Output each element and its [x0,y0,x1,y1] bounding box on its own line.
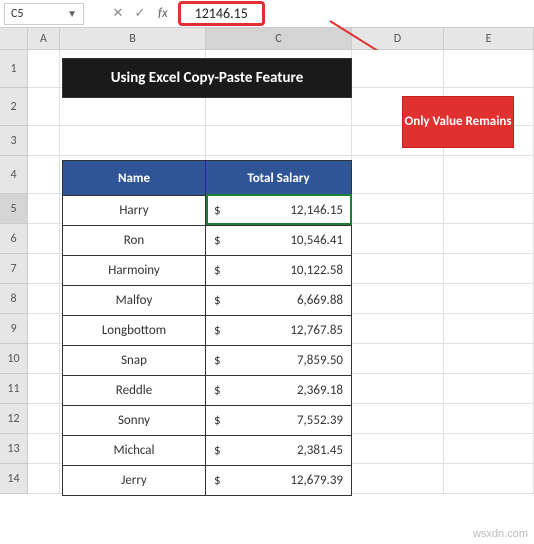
formula-bar: C5 ▼ ✕ ✓ fx 12146.15 [0,0,534,28]
table-row[interactable]: Jerry$12,679.39 [63,465,351,495]
cell-salary[interactable]: $6,669.88 [206,286,351,315]
cell-name[interactable]: Longbottom [63,316,206,345]
cell-name[interactable]: Ron [63,226,206,255]
cell-salary[interactable]: $7,552.39 [206,406,351,435]
column-header-e[interactable]: E [444,28,534,49]
column-headers: A B C D E [0,28,534,50]
header-salary[interactable]: Total Salary [206,161,351,195]
formula-value-highlight: 12146.15 [178,1,265,26]
cell-name[interactable]: Snap [63,346,206,375]
row-header[interactable]: 4 [0,156,28,194]
cell-name[interactable]: Reddle [63,376,206,405]
column-header-d[interactable]: D [352,28,444,49]
cell-salary[interactable]: $12,146.15 [206,196,351,225]
chevron-down-icon[interactable]: ▼ [67,7,77,20]
row-header[interactable]: 11 [0,374,28,404]
row-header[interactable]: 2 [0,88,28,126]
cell-salary[interactable]: $12,767.85 [206,316,351,345]
cell-salary[interactable]: $10,546.41 [206,226,351,255]
header-name[interactable]: Name [63,161,206,195]
row-header[interactable]: 14 [0,464,28,494]
row-header[interactable]: 3 [0,126,28,156]
cell-salary[interactable]: $2,381.45 [206,436,351,465]
row-header[interactable]: 8 [0,284,28,314]
cell-salary[interactable]: $10,122.58 [206,256,351,285]
row-header[interactable]: 12 [0,404,28,434]
row-header[interactable]: 13 [0,434,28,464]
cell-name[interactable]: Harmoiny [63,256,206,285]
table-header-row: Name Total Salary [63,161,351,195]
cell-salary[interactable]: $2,369.18 [206,376,351,405]
title-banner: Using Excel Copy-Paste Feature [62,58,352,98]
column-header-b[interactable]: B [60,28,206,49]
name-box[interactable]: C5 ▼ [4,3,84,25]
table-row[interactable]: Snap$7,859.50 [63,345,351,375]
cancel-icon[interactable]: ✕ [108,4,128,24]
table-row[interactable]: Harmoiny$10,122.58 [63,255,351,285]
table-row[interactable]: Ron$10,546.41 [63,225,351,255]
fx-icon[interactable]: fx [158,6,168,21]
cell-salary[interactable]: $12,679.39 [206,466,351,495]
table-row[interactable]: Harry$12,146.15 [63,195,351,225]
table-row[interactable]: Sonny$7,552.39 [63,405,351,435]
callout-box: Only Value Remains [402,96,514,148]
cell-name[interactable]: Jerry [63,466,206,495]
cell-name[interactable]: Malfoy [63,286,206,315]
row-header[interactable]: 5 [0,194,28,224]
row-header[interactable]: 9 [0,314,28,344]
column-header-a[interactable]: A [28,28,60,49]
table-row[interactable]: Michcal$2,381.45 [63,435,351,465]
title-text: Using Excel Copy-Paste Feature [111,69,304,87]
select-all-corner[interactable] [0,28,28,49]
cell-name[interactable]: Harry [63,196,206,225]
column-header-c[interactable]: C [206,28,352,49]
formula-bar-icons: ✕ ✓ fx [108,4,174,24]
data-table: Name Total Salary Harry$12,146.15Ron$10,… [62,160,352,496]
confirm-icon[interactable]: ✓ [130,4,150,24]
cell-reference: C5 [11,7,23,21]
table-row[interactable]: Reddle$2,369.18 [63,375,351,405]
table-row[interactable]: Malfoy$6,669.88 [63,285,351,315]
cell-name[interactable]: Michcal [63,436,206,465]
row-header[interactable]: 10 [0,344,28,374]
formula-value[interactable]: 12146.15 [195,5,248,22]
table-row[interactable]: Longbottom$12,767.85 [63,315,351,345]
cell-name[interactable]: Sonny [63,406,206,435]
watermark: wsxdn.com [473,528,528,540]
cell-salary[interactable]: $7,859.50 [206,346,351,375]
row-header[interactable]: 7 [0,254,28,284]
row-header[interactable]: 6 [0,224,28,254]
row-header[interactable]: 1 [0,50,28,88]
callout-text: Only Value Remains [404,114,511,131]
